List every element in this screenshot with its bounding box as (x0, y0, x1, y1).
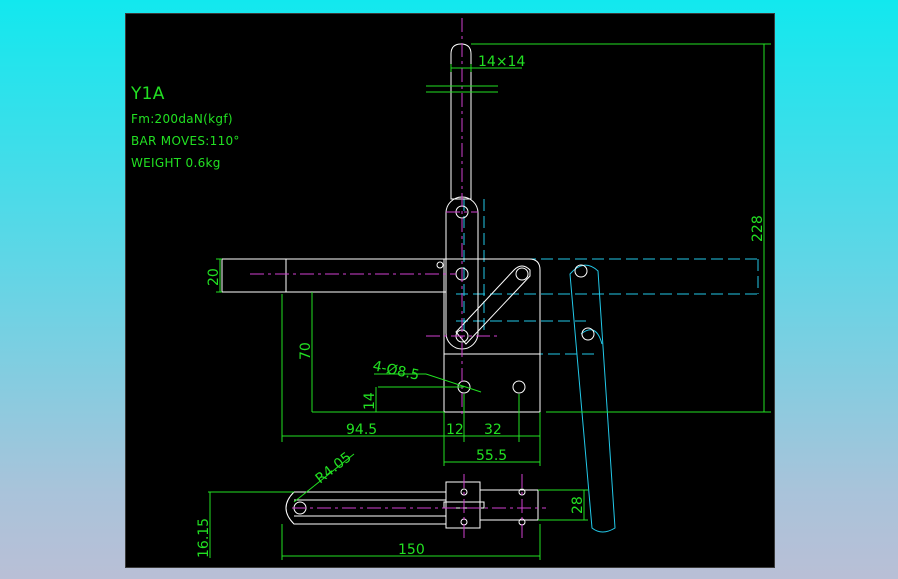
dim-bar-section: 14×14 (478, 54, 525, 70)
dim-hole-offset: 14 (362, 392, 378, 410)
dimension-lines (208, 43, 771, 560)
dim-radius: R4.05 (313, 449, 355, 487)
dim-top-offset: 16.15 (196, 518, 212, 558)
dim-top-width: 28 (570, 496, 586, 514)
phantom-handle (569, 264, 616, 533)
cad-drawing-canvas: Y1A Fm:200daN(kgf) BAR MOVES:110° WEIGHT… (125, 13, 775, 568)
dim-overall-length: 150 (398, 542, 425, 558)
drawing-svg: 14×14 228 20 70 4-Ø8.5 14 94.5 12 32 55.… (196, 18, 771, 560)
dim-hole-pitch: 32 (484, 422, 502, 438)
dim-base-width: 55.5 (476, 448, 507, 464)
plan-view (285, 481, 539, 529)
dim-base-height: 70 (298, 342, 314, 360)
dim-bar-width: 20 (206, 268, 222, 286)
main-outline (221, 43, 541, 413)
phantom-pivot-top (574, 264, 588, 278)
dim-height: 228 (750, 215, 766, 242)
dim-reach: 94.5 (346, 422, 377, 438)
dim-hole-x1: 12 (446, 422, 464, 438)
dim-hole-spec: 4-Ø8.5 (371, 358, 421, 383)
